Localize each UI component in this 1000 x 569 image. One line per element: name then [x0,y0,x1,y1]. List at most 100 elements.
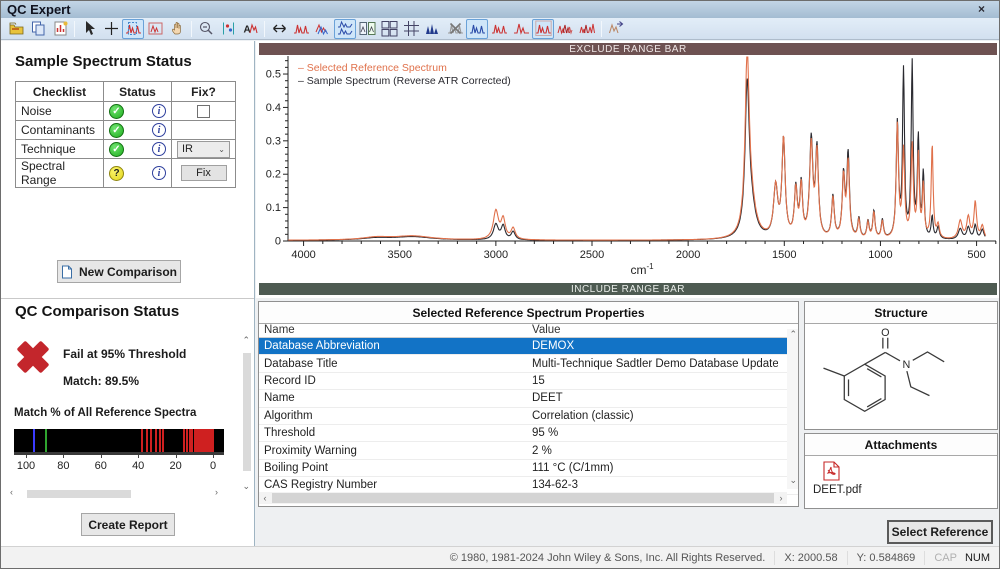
create-report-button[interactable]: Create Report [81,513,175,536]
technique-dropdown[interactable]: IR⌄ [177,141,230,158]
toolbar-separator [601,21,602,37]
property-row[interactable]: Database TitleMulti-Technique Sadtler De… [259,355,798,372]
y-tick-label: 0 [275,236,281,248]
scroll-right-icon[interactable]: › [215,487,218,497]
info-icon[interactable]: i [152,166,166,180]
y-tick-label: 0.4 [266,102,281,114]
review-display-icon[interactable] [532,19,554,39]
num-lock-indicator: NUM [965,552,990,564]
info-icon[interactable]: i [152,142,166,156]
property-value-cell: DEET [527,392,778,404]
select-reference-button[interactable]: Select Reference [887,520,993,544]
select-region-icon[interactable] [144,19,166,39]
active-spectrum-icon[interactable] [466,19,488,39]
overlay-spectra-icon[interactable] [312,19,334,39]
zoom-out-icon[interactable] [195,19,217,39]
checklist-row: Spectral Range?iFix [16,159,236,188]
pan-hand-icon[interactable] [166,19,188,39]
swap-axes-icon[interactable] [268,19,290,39]
select-reference-label: Select Reference [892,525,989,539]
vertical-scrollbar-thumb[interactable] [243,353,251,471]
peak-display-icon[interactable] [488,19,510,39]
qc-comparison-heading: QC Comparison Status [15,303,179,320]
annotate-icon[interactable]: A [239,19,261,39]
fix-button[interactable]: Fix [181,165,227,181]
horizontal-scrollbar-thumb[interactable] [27,490,131,498]
properties-grid-header: Name Value [259,324,798,338]
attachment-file-name: DEET.pdf [813,484,989,496]
checklist-row: Contaminants✓i [16,121,236,140]
info-icon[interactable]: i [152,104,166,118]
property-row[interactable]: AlgorithmCorrelation (classic) [259,408,798,425]
scroll-left-icon[interactable]: ‹ [10,487,13,497]
transfer-spectrum-icon[interactable] [605,19,627,39]
peak-display-2-icon[interactable] [510,19,532,39]
property-value-cell: 111 °C (C/1mm) [527,462,778,474]
tile-panes-icon[interactable] [378,19,400,39]
x-tick-label: 2000 [676,249,700,261]
x-tick-label: 2500 [580,249,604,261]
stack-spectra-icon[interactable] [334,19,356,39]
properties-vertical-scrollbar[interactable]: ⌃ ⌄ [787,329,798,489]
grid-panes-icon[interactable] [400,19,422,39]
display-limits-icon[interactable] [217,19,239,39]
axis-tick [26,455,27,458]
match-histogram-title: Match % of All Reference Spectra [14,407,196,419]
pdf-file-icon [823,461,840,481]
horizontal-scrollbar-thumb[interactable] [272,493,774,503]
property-row[interactable]: Record ID15 [259,373,798,390]
checklist-row-label: Noise [16,102,104,121]
review-multi-icon[interactable] [554,19,576,39]
review-all-icon[interactable] [576,19,598,39]
name-column-header[interactable]: Name [259,324,527,337]
crosshair-icon[interactable] [100,19,122,39]
toolbar: A [1,18,999,40]
bottom-area: Selected Reference Spectrum Properties N… [256,298,1000,548]
bar-display-icon[interactable] [422,19,444,39]
property-row[interactable]: Database AbbreviationDEMOX [259,338,798,355]
reference-match-line [146,429,148,452]
property-row[interactable]: Boiling Point111 °C (C/1mm) [259,460,798,477]
open-file-icon[interactable] [5,19,27,39]
toolbar-separator [264,21,265,37]
scroll-right-icon[interactable]: › [775,493,787,503]
close-icon[interactable]: × [978,2,999,17]
property-row[interactable]: Threshold95 % [259,425,798,442]
property-row[interactable]: Proximity Warning2 % [259,442,798,459]
new-comparison-button[interactable]: New Comparison [57,260,181,283]
fix-checkbox[interactable] [197,105,210,118]
reference-match-line [212,429,214,452]
property-value-cell: Correlation (classic) [527,410,778,422]
properties-grid: Name Value Database AbbreviationDEMOXDat… [259,324,798,484]
attachment-item[interactable]: DEET.pdf [805,456,997,496]
property-name-cell: Threshold [259,427,527,439]
qc-expert-window: QC Expert × A Sample Spectrum Status Che… [0,0,1000,569]
attachments-title: Attachments [805,434,997,456]
scroll-up-icon[interactable]: ⌃ [789,329,797,340]
match-histogram[interactable] [14,429,224,455]
property-row[interactable]: NameDEET [259,390,798,407]
property-name-cell: Database Abbreviation [259,340,527,352]
toolbar-separator [191,21,192,37]
attachments-panel: Attachments DEET.pdf [804,433,998,509]
single-spectrum-icon[interactable] [290,19,312,39]
include-range-bar[interactable]: INCLUDE RANGE BAR [259,283,997,295]
oxygen-atom-label: O [881,327,889,339]
value-column-header[interactable]: Value [527,324,778,337]
select-peaks-icon[interactable] [122,19,144,39]
threshold-line [33,429,35,452]
scroll-down-icon[interactable]: ⌄ [242,481,250,492]
scroll-up-icon[interactable]: ⌃ [242,335,250,346]
scroll-left-icon[interactable]: ‹ [259,493,271,503]
property-name-cell: Name [259,392,527,404]
copy-icon[interactable] [27,19,49,39]
scroll-down-icon[interactable]: ⌄ [789,475,797,486]
title-bar: QC Expert × [1,1,999,18]
page-report-icon[interactable] [49,19,71,39]
cursor-icon[interactable] [78,19,100,39]
clear-overlay-icon[interactable] [444,19,466,39]
properties-horizontal-scrollbar[interactable]: ‹ › [259,492,787,504]
split-panes-icon[interactable] [356,19,378,39]
reference-match-line [186,429,188,452]
info-icon[interactable]: i [152,123,166,137]
